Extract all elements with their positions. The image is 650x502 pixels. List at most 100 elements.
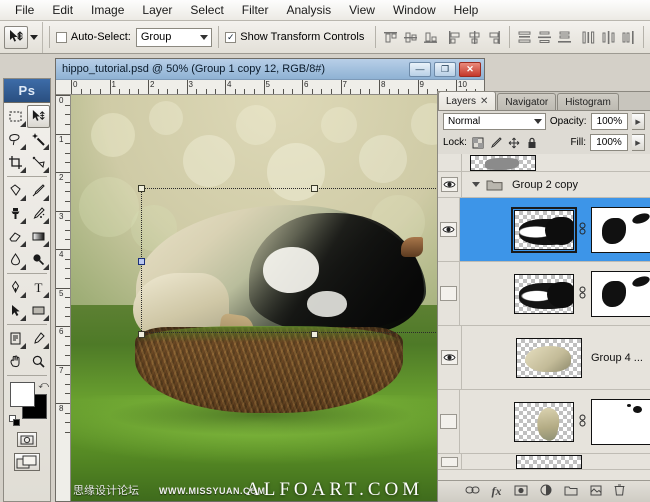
distribute-vertical-centers-icon[interactable] [536,29,553,46]
align-vertical-centers-icon[interactable] [402,29,419,46]
menu-item-filter[interactable]: Filter [233,1,278,20]
table-row[interactable] [438,454,650,470]
transform-handle-top-left[interactable] [138,185,145,192]
crop-tool-icon[interactable] [4,151,27,174]
default-colors-icon[interactable] [9,415,20,426]
menu-item-analysis[interactable]: Analysis [277,1,340,20]
eye-icon[interactable] [439,222,457,237]
menu-item-help[interactable]: Help [445,1,488,20]
dodge-tool-icon[interactable] [27,248,50,271]
path-selection-tool-icon[interactable] [4,299,27,322]
clone-stamp-tool-icon[interactable] [4,202,27,225]
distribute-left-edges-icon[interactable] [580,29,597,46]
maximize-button[interactable]: ❐ [434,61,456,77]
blur-tool-icon[interactable] [4,248,27,271]
layer-thumbnail[interactable] [513,273,574,314]
tab-layers[interactable]: Layers ✕ [438,91,497,110]
swap-colors-icon[interactable]: ⤺ [38,380,49,391]
table-row[interactable]: Group 4 ... [438,326,650,390]
table-row[interactable] [438,198,650,262]
new-adjustment-layer-button[interactable] [540,484,552,499]
hand-tool-icon[interactable] [4,350,27,373]
layer-group-row[interactable]: Group 2 copy [438,172,650,198]
link-icon[interactable] [577,414,588,430]
close-button[interactable]: ✕ [459,61,481,77]
tab-histogram[interactable]: Histogram [557,93,619,110]
layer-visibility-cell[interactable] [438,154,462,171]
layer-visibility-cell[interactable] [438,454,462,469]
menu-item-image[interactable]: Image [82,1,133,20]
document-title-bar[interactable]: hippo_tutorial.psd @ 50% (Group 1 copy 1… [56,59,484,80]
magic-wand-tool-icon[interactable] [27,128,50,151]
lock-all-icon[interactable] [525,136,539,150]
link-icon[interactable] [577,222,588,238]
align-right-edges-icon[interactable] [486,29,503,46]
align-top-edges-icon[interactable] [382,29,399,46]
transform-handle-bottom-center[interactable] [311,331,318,338]
eye-icon[interactable] [441,177,458,192]
eyedropper-tool-icon[interactable] [27,327,50,350]
eye-icon[interactable] [441,350,458,365]
layer-visibility-cell[interactable] [438,326,462,389]
rectangular-marquee-tool-icon[interactable] [4,105,27,128]
triangle-down-icon[interactable] [472,182,480,187]
layer-thumbnail[interactable] [516,454,582,469]
layer-thumbnail[interactable] [510,206,578,253]
distribute-bottom-edges-icon[interactable] [556,29,573,46]
add-layer-mask-button[interactable] [514,485,528,499]
image-canvas[interactable]: 思缘设计论坛 WWW.MISSYUAN.COM ALFOART.COM [71,95,484,501]
table-row[interactable] [438,390,650,454]
distribute-top-edges-icon[interactable] [516,29,533,46]
layer-visibility-cell[interactable] [438,172,462,197]
menu-item-window[interactable]: Window [384,1,445,20]
show-transform-controls-checkbox[interactable]: ✓ [225,31,237,43]
table-row[interactable] [438,262,650,326]
lock-image-pixels-icon[interactable] [489,136,503,150]
opacity-slider-arrow[interactable]: ▶ [632,113,645,130]
menu-item-file[interactable]: File [6,1,43,20]
vertical-ruler[interactable]: 0 1 2 3 4 5 6 7 8 [56,95,71,501]
distribute-horizontal-centers-icon[interactable] [600,29,617,46]
layer-mask-thumbnail[interactable] [590,270,650,317]
pen-tool-icon[interactable] [4,276,27,299]
screen-mode-icon[interactable] [14,453,40,471]
eraser-tool-icon[interactable] [4,225,27,248]
menu-item-select[interactable]: Select [181,1,232,20]
type-tool-icon[interactable]: T [27,276,50,299]
menu-item-layer[interactable]: Layer [133,1,181,20]
new-group-button[interactable] [564,485,578,499]
blend-mode-dropdown[interactable]: Normal [443,113,546,130]
fill-input[interactable]: 100% [590,134,628,151]
close-icon[interactable]: ✕ [480,96,488,107]
eye-icon[interactable] [439,286,457,301]
foreground-color-swatch[interactable] [10,382,35,407]
layer-visibility-cell[interactable] [438,262,460,325]
layer-thumbnail[interactable] [516,337,582,378]
layer-style-button[interactable]: fx [492,484,502,499]
transform-handle-top-center[interactable] [311,185,318,192]
table-row[interactable] [438,154,650,172]
patch-tool-icon[interactable] [4,179,27,202]
standard-mode-icon[interactable] [17,432,37,447]
tab-navigator[interactable]: Navigator [497,93,557,110]
layer-name[interactable]: Group 2 copy [512,179,578,191]
eye-icon[interactable] [439,414,457,429]
zoom-tool-icon[interactable] [27,350,50,373]
horizontal-ruler[interactable]: 0 1 2 3 4 5 6 7 8 9 10 [56,80,484,95]
layer-thumbnail[interactable] [470,155,536,171]
gradient-tool-icon[interactable] [27,225,50,248]
delete-layer-button[interactable] [614,484,625,499]
transform-handle-middle-left[interactable] [138,258,145,265]
notes-tool-icon[interactable] [4,327,27,350]
link-layers-button[interactable] [465,485,480,498]
transform-handle-bottom-left[interactable] [138,331,145,338]
transform-selection-box[interactable] [138,185,484,338]
lasso-tool-icon[interactable] [4,128,27,151]
layer-thumbnail[interactable] [513,401,574,442]
distribute-right-edges-icon[interactable] [620,29,637,46]
move-tool-icon[interactable] [27,105,50,128]
menu-item-view[interactable]: View [340,1,384,20]
minimize-button[interactable]: — [409,61,431,77]
fill-slider-arrow[interactable]: ▶ [632,134,645,151]
tool-preset-chevron-down-icon[interactable] [30,34,39,40]
